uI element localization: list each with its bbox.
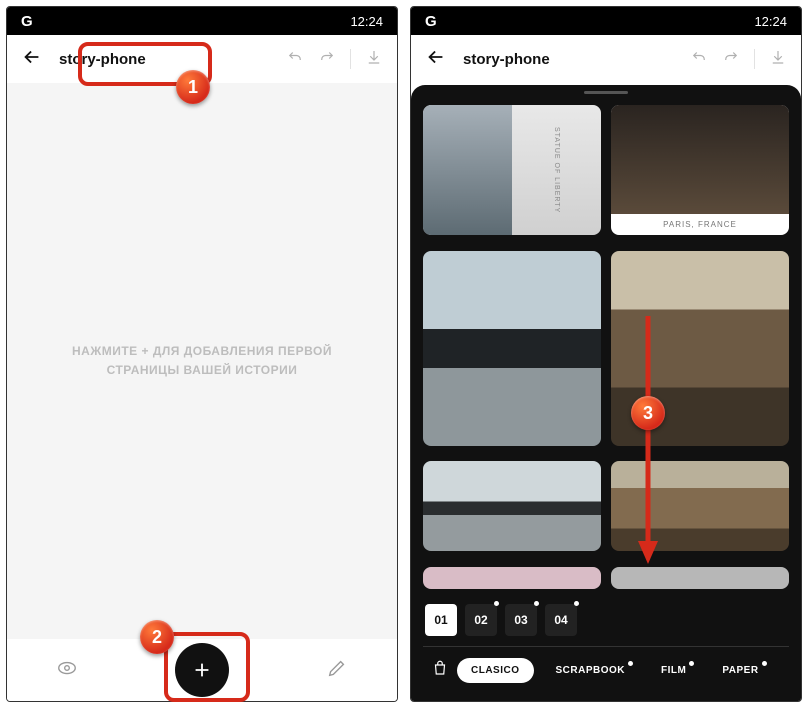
back-button[interactable] bbox=[425, 46, 447, 73]
undo-button[interactable] bbox=[286, 48, 304, 71]
page-tab[interactable]: 01 bbox=[425, 604, 457, 636]
edit-button[interactable] bbox=[326, 657, 348, 684]
project-title[interactable]: story-phone bbox=[59, 51, 270, 68]
back-button[interactable] bbox=[21, 46, 43, 73]
undo-button[interactable] bbox=[690, 48, 708, 71]
template-panel[interactable]: STATUE OF LIBERTY PARIS, FRANCE 01 02 03 bbox=[411, 85, 801, 701]
annotation-badge-2: 2 bbox=[140, 620, 174, 654]
annotation-badge-3: 3 bbox=[631, 396, 665, 430]
category-bar[interactable]: CLASICO SCRAPBOOK FILM PAPER JO bbox=[423, 646, 789, 693]
canvas-empty: НАЖМИТЕ + ДЛЯ ДОБАВЛЕНИЯ ПЕРВОЙ СТРАНИЦЫ… bbox=[7, 83, 397, 639]
annotation-arrow-3 bbox=[636, 316, 660, 571]
category-tab[interactable]: FILM bbox=[647, 658, 700, 683]
device-logo: G bbox=[425, 13, 437, 30]
add-page-button[interactable] bbox=[175, 643, 229, 697]
template-card[interactable]: STATUE OF LIBERTY bbox=[423, 105, 601, 235]
category-tab[interactable]: CLASICO bbox=[457, 658, 534, 683]
status-bar: G 12:24 bbox=[411, 7, 801, 35]
page-tab[interactable]: 02 bbox=[465, 604, 497, 636]
page-tab[interactable]: 03 bbox=[505, 604, 537, 636]
download-button[interactable] bbox=[365, 48, 383, 71]
clock: 12:24 bbox=[350, 14, 383, 29]
toolbar: story-phone bbox=[411, 35, 801, 83]
category-tab[interactable]: SCRAPBOOK bbox=[542, 658, 640, 683]
bottom-bar bbox=[7, 639, 397, 701]
preview-button[interactable] bbox=[56, 657, 78, 684]
redo-button[interactable] bbox=[318, 48, 336, 71]
template-card[interactable] bbox=[423, 461, 601, 551]
redo-button[interactable] bbox=[722, 48, 740, 71]
annotation-badge-1: 1 bbox=[176, 70, 210, 104]
status-bar: G 12:24 bbox=[7, 7, 397, 35]
phone-left: G 12:24 story-phone НАЖМИТЕ + ДЛЯ ДОБАВЛ… bbox=[6, 6, 398, 702]
clock: 12:24 bbox=[754, 14, 787, 29]
download-button[interactable] bbox=[769, 48, 787, 71]
page-selector: 01 02 03 04 bbox=[423, 594, 789, 646]
category-tab[interactable]: JO bbox=[781, 658, 789, 683]
empty-hint: НАЖМИТЕ + ДЛЯ ДОБАВЛЕНИЯ ПЕРВОЙ СТРАНИЦЫ… bbox=[72, 342, 332, 380]
store-icon[interactable] bbox=[431, 659, 449, 682]
template-card[interactable] bbox=[423, 251, 601, 446]
device-logo: G bbox=[21, 13, 33, 30]
card-caption: PARIS, FRANCE bbox=[611, 214, 789, 235]
card-caption: STATUE OF LIBERTY bbox=[512, 105, 601, 235]
template-card[interactable]: PARIS, FRANCE bbox=[611, 105, 789, 235]
project-title[interactable]: story-phone bbox=[463, 51, 674, 68]
template-grid[interactable]: STATUE OF LIBERTY PARIS, FRANCE bbox=[423, 105, 789, 594]
page-tab[interactable]: 04 bbox=[545, 604, 577, 636]
template-card[interactable] bbox=[423, 567, 601, 589]
phone-right: G 12:24 story-phone STATUE OF LIBER bbox=[410, 6, 802, 702]
drag-handle[interactable] bbox=[584, 91, 628, 94]
category-tab[interactable]: PAPER bbox=[708, 658, 772, 683]
